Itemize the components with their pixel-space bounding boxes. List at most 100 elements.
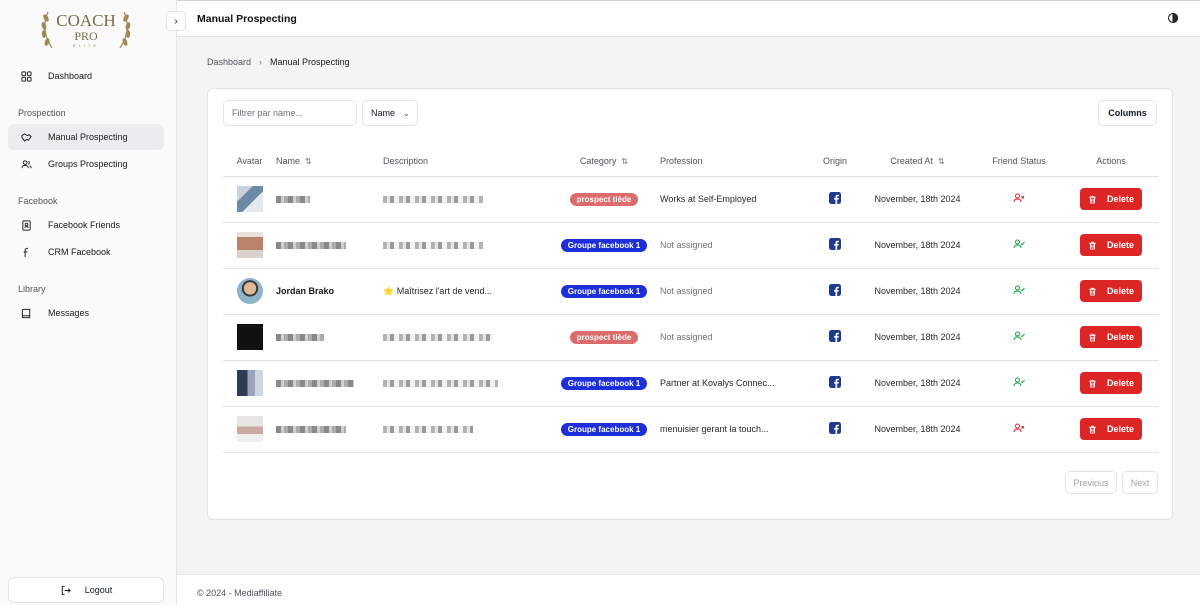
redacted-description-image (383, 196, 483, 204)
sort-icon: ⇅ (621, 156, 629, 166)
prospect-description: ⭐ Maîtrisez l'art de vend... (383, 285, 492, 296)
created-at-text: November, 18th 2024 (874, 332, 961, 342)
delete-label: Delete (1106, 194, 1134, 204)
user-check-icon (1013, 331, 1025, 344)
avatar[interactable] (236, 278, 263, 304)
redacted-name-image (276, 242, 346, 250)
brand-line2: PRO (74, 29, 98, 43)
delete-button[interactable]: Delete (1080, 234, 1142, 256)
filter-field-value: Name (371, 108, 396, 118)
section-title-facebook: Facebook (18, 196, 58, 206)
delete-button[interactable]: Delete (1080, 280, 1142, 302)
facebook-icon[interactable] (829, 238, 841, 250)
profession-text: Partner at Kovalys Connec... (660, 378, 775, 388)
facebook-icon[interactable] (829, 284, 841, 296)
user-x-icon (1013, 423, 1025, 436)
coach-pro-logo[interactable]: COACH PRO ELITE (38, 4, 134, 54)
logout-button[interactable]: Logout (8, 577, 164, 603)
column-header-name-label: Name (276, 155, 301, 166)
sidebar-item-groups-prospecting[interactable]: Groups Prospecting (8, 151, 164, 177)
sidebar: COACH PRO ELITE Dashboard Prospection Ma… (0, 0, 177, 605)
table-row: Groupe facebook 1 Not assigned November,… (223, 222, 1159, 268)
created-at-text: November, 18th 2024 (874, 286, 961, 296)
section-title-library: Library (18, 284, 46, 294)
columns-button[interactable]: Columns (1098, 100, 1157, 126)
redacted-name-image (276, 196, 310, 204)
chevron-right-icon: › (174, 15, 178, 27)
column-header-created-label: Created At (890, 155, 933, 166)
redacted-description-image (383, 426, 473, 434)
trash-icon (1089, 287, 1096, 296)
column-header-category-label: Category (579, 155, 617, 166)
avatar[interactable] (236, 324, 263, 350)
breadcrumb-dashboard-link[interactable]: Dashboard (207, 57, 251, 67)
table-row: Jordan Brako ⭐ Maîtrisez l'art de vend..… (223, 268, 1159, 314)
table-row: prospect tiède Works at Self-Employed No… (223, 176, 1159, 222)
prospect-name[interactable]: Jordan Brako (276, 286, 334, 296)
delete-button[interactable]: Delete (1080, 372, 1142, 394)
sidebar-item-facebook-friends[interactable]: Facebook Friends (8, 212, 164, 238)
brand-line1: COACH (56, 11, 116, 30)
next-page-button[interactable]: Next (1122, 471, 1158, 494)
table-row: prospect tiède Not assigned November, 18… (223, 314, 1159, 360)
brand-line3: ELITE (72, 43, 100, 48)
facebook-icon[interactable] (829, 422, 841, 434)
profession-text: menuisier gerant la touch... (660, 424, 769, 434)
filter-field-select[interactable]: Name ⌄ (362, 100, 418, 126)
column-header-category[interactable]: Category ⇅ (548, 146, 660, 176)
category-badge: prospect tiède (569, 192, 639, 206)
sidebar-toggle-button[interactable]: › (166, 11, 186, 31)
grid-icon (20, 70, 32, 82)
delete-button[interactable]: Delete (1080, 188, 1142, 210)
trash-icon (1089, 425, 1096, 434)
column-header-created-at[interactable]: Created At ⇅ (860, 146, 975, 176)
sidebar-item-dashboard[interactable]: Dashboard (8, 63, 164, 89)
sidebar-item-crm-facebook[interactable]: CRM Facebook (8, 239, 164, 265)
trash-icon (1089, 241, 1096, 250)
column-header-name[interactable]: Name ⇅ (276, 146, 383, 176)
user-check-icon (1013, 377, 1025, 390)
avatar[interactable] (236, 416, 263, 442)
avatar[interactable] (236, 186, 263, 212)
column-header-actions: Actions (1096, 155, 1126, 166)
category-badge: Groupe facebook 1 (560, 284, 648, 298)
delete-label: Delete (1106, 378, 1134, 388)
created-at-text: November, 18th 2024 (874, 424, 961, 434)
trash-icon (1089, 195, 1096, 204)
avatar[interactable] (236, 370, 263, 396)
column-header-friend-status: Friend Status (992, 155, 1046, 166)
previous-page-button[interactable]: Previous (1065, 471, 1117, 494)
sidebar-item-manual-prospecting[interactable]: Manual Prospecting (8, 124, 164, 150)
category-badge: Groupe facebook 1 (560, 238, 648, 252)
created-at-text: November, 18th 2024 (874, 240, 961, 250)
column-header-avatar: Avatar (236, 155, 263, 166)
section-title-prospection: Prospection (18, 108, 66, 118)
delete-label: Delete (1106, 286, 1134, 296)
theme-toggle-button[interactable] (1166, 11, 1180, 25)
profession-text: Works at Self-Employed (660, 194, 757, 204)
facebook-icon[interactable] (829, 192, 841, 204)
category-badge: Groupe facebook 1 (560, 422, 648, 436)
trash-icon (1089, 333, 1096, 342)
handshake-icon (20, 131, 32, 143)
facebook-icon[interactable] (829, 376, 841, 388)
filter-name-input[interactable] (223, 100, 357, 126)
footer-copyright: © 2024 - Mediaffiliate (197, 588, 283, 598)
contact-book-icon (20, 219, 32, 231)
column-header-origin: Origin (822, 155, 847, 166)
column-header-profession: Profession (660, 155, 703, 166)
book-icon (20, 307, 32, 319)
user-check-icon (1013, 239, 1025, 252)
facebook-icon[interactable] (829, 330, 841, 342)
sidebar-item-label: Groups Prospecting (48, 159, 128, 169)
users-icon (20, 158, 32, 170)
delete-button[interactable]: Delete (1080, 418, 1142, 440)
prospects-card: Name ⌄ Columns Avatar Name ⇅ Description … (207, 88, 1173, 520)
user-x-icon (1013, 193, 1025, 206)
sidebar-item-messages[interactable]: Messages (8, 300, 164, 326)
chevron-right-icon: › (259, 57, 263, 67)
footer: © 2024 - Mediaffiliate (177, 574, 1200, 605)
redacted-description-image (383, 334, 493, 342)
avatar[interactable] (236, 232, 263, 258)
delete-button[interactable]: Delete (1080, 326, 1142, 348)
